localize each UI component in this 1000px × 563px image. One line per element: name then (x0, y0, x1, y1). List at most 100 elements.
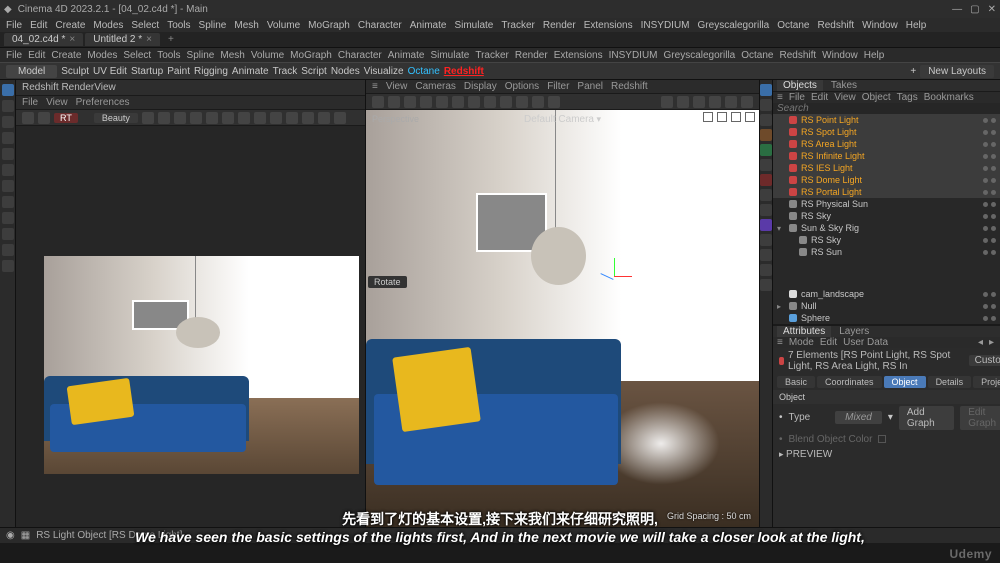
visibility-dots[interactable] (983, 154, 996, 159)
rv-tool-icon[interactable] (286, 112, 298, 124)
menu-octane[interactable]: Octane (777, 20, 809, 31)
nav-pan-icon[interactable] (703, 112, 713, 122)
object-row[interactable]: RS Portal Light✕ (773, 186, 1000, 198)
object-row[interactable]: RS Physical Sun✕ (773, 198, 1000, 210)
add-graph-button[interactable]: Add Graph (899, 406, 954, 430)
object-row[interactable]: RS Sky✕ (773, 210, 1000, 222)
visibility-dots[interactable] (983, 118, 996, 123)
vp-tool-icon[interactable] (661, 96, 673, 108)
palette-icon[interactable] (760, 84, 772, 96)
move-tool-icon[interactable] (2, 84, 14, 96)
new-layouts-dropdown[interactable]: New Layouts (920, 65, 994, 78)
attr-tab-details[interactable]: Details (928, 376, 972, 388)
menu2-window[interactable]: Window (822, 50, 858, 61)
vp-tool-icon[interactable] (548, 96, 560, 108)
menu-create[interactable]: Create (55, 20, 85, 31)
close-button[interactable]: ✕ (988, 4, 996, 15)
add-tab-button[interactable]: + (162, 34, 180, 45)
obj-menu-hamburger[interactable]: ≡ (777, 92, 783, 103)
object-row[interactable]: RS Infinite Light✕ (773, 150, 1000, 162)
nav-back-icon[interactable]: ◂ (978, 337, 983, 348)
rv-tool-icon[interactable] (142, 112, 154, 124)
maximize-button[interactable]: ▢ (970, 4, 979, 15)
menu-extensions[interactable]: Extensions (584, 20, 633, 31)
menu-help[interactable]: Help (906, 20, 927, 31)
menu-gsg[interactable]: Greyscalegorilla (698, 20, 770, 31)
mode-model[interactable]: Model (6, 65, 57, 78)
camera-dropdown[interactable]: Default Camera ▾ (524, 114, 601, 125)
minimize-button[interactable]: — (952, 4, 962, 15)
tab-objects[interactable]: Objects (777, 80, 823, 91)
visibility-dots[interactable] (983, 250, 996, 255)
palette-icon[interactable] (760, 279, 772, 291)
menu-simulate[interactable]: Simulate (454, 20, 493, 31)
tool-icon[interactable] (2, 212, 14, 224)
visibility-dots[interactable] (983, 190, 996, 195)
vp-tool-icon[interactable] (436, 96, 448, 108)
mode-startup[interactable]: Startup (131, 66, 163, 77)
vp-tool-icon[interactable] (420, 96, 432, 108)
menu-edit[interactable]: Edit (30, 20, 47, 31)
vp-menu-filter[interactable]: Filter (547, 81, 569, 92)
mode-script[interactable]: Script (301, 66, 327, 77)
object-row[interactable]: ▸Null✕ (773, 300, 1000, 312)
attr-menu-mode[interactable]: Mode (789, 337, 814, 348)
document-tab-2[interactable]: Untitled 2 * × (85, 33, 160, 46)
viewport-canvas[interactable]: Perspective Default Camera ▾ Rotate Grid… (366, 110, 759, 527)
rv-tool-icon[interactable] (190, 112, 202, 124)
menu2-render[interactable]: Render (515, 50, 548, 61)
palette-icon[interactable] (760, 234, 772, 246)
menu-mograph[interactable]: MoGraph (308, 20, 350, 31)
mode-paint[interactable]: Paint (167, 66, 190, 77)
visibility-dots[interactable] (983, 226, 996, 231)
attr-tab-basic[interactable]: Basic (777, 376, 815, 388)
menu2-help[interactable]: Help (864, 50, 885, 61)
object-row[interactable]: RS Sun✕ (773, 246, 1000, 258)
menu2-gsg[interactable]: Greyscalegorilla (664, 50, 736, 61)
vp-tool-icon[interactable] (372, 96, 384, 108)
live-select-icon[interactable] (2, 148, 14, 160)
menu2-mograph[interactable]: MoGraph (290, 50, 332, 61)
rv-menu-view[interactable]: View (46, 97, 68, 108)
menu-character[interactable]: Character (358, 20, 402, 31)
menu-mesh[interactable]: Mesh (234, 20, 258, 31)
menu-modes[interactable]: Modes (93, 20, 123, 31)
menu-render[interactable]: Render (543, 20, 576, 31)
document-tab-1[interactable]: 04_02.c4d * × (4, 33, 83, 46)
menu2-tracker[interactable]: Tracker (475, 50, 509, 61)
rv-menu-file[interactable]: File (22, 97, 38, 108)
visibility-dots[interactable] (983, 292, 996, 297)
rv-tool-icon[interactable] (302, 112, 314, 124)
blend-checkbox[interactable] (878, 435, 886, 443)
object-row[interactable]: RS Sky✕ (773, 234, 1000, 246)
menu2-modes[interactable]: Modes (87, 50, 117, 61)
menu2-simulate[interactable]: Simulate (430, 50, 469, 61)
mode-octane[interactable]: Octane (408, 66, 440, 77)
rv-rt-toggle[interactable]: RT (54, 113, 78, 123)
vp-tool-icon[interactable] (468, 96, 480, 108)
obj-menu-file[interactable]: File (789, 92, 805, 103)
rotate-tool-icon[interactable] (2, 116, 14, 128)
obj-menu-object[interactable]: Object (862, 92, 891, 103)
rv-tool-icon[interactable] (270, 112, 282, 124)
attr-tab-coords[interactable]: Coordinates (817, 376, 882, 388)
menu2-select[interactable]: Select (123, 50, 151, 61)
close-tab-icon[interactable]: × (69, 34, 75, 45)
renderview-canvas[interactable] (16, 126, 365, 527)
visibility-dots[interactable] (983, 304, 996, 309)
menu2-create[interactable]: Create (51, 50, 81, 61)
tab-takes[interactable]: Takes (825, 80, 863, 91)
menu2-insydium[interactable]: INSYDIUM (609, 50, 658, 61)
object-row[interactable]: RS Spot Light✕ (773, 126, 1000, 138)
vp-menu-view[interactable]: View (386, 81, 408, 92)
rv-tool-icon[interactable] (318, 112, 330, 124)
menu2-volume[interactable]: Volume (251, 50, 284, 61)
palette-icon[interactable] (760, 159, 772, 171)
menu2-character[interactable]: Character (338, 50, 382, 61)
object-row[interactable]: RS Area Light✕ (773, 138, 1000, 150)
mode-sculpt[interactable]: Sculpt (61, 66, 89, 77)
object-row[interactable]: RS Point Light✕ (773, 114, 1000, 126)
tool-icon[interactable] (2, 228, 14, 240)
palette-icon[interactable] (760, 189, 772, 201)
vp-tool-icon[interactable] (693, 96, 705, 108)
